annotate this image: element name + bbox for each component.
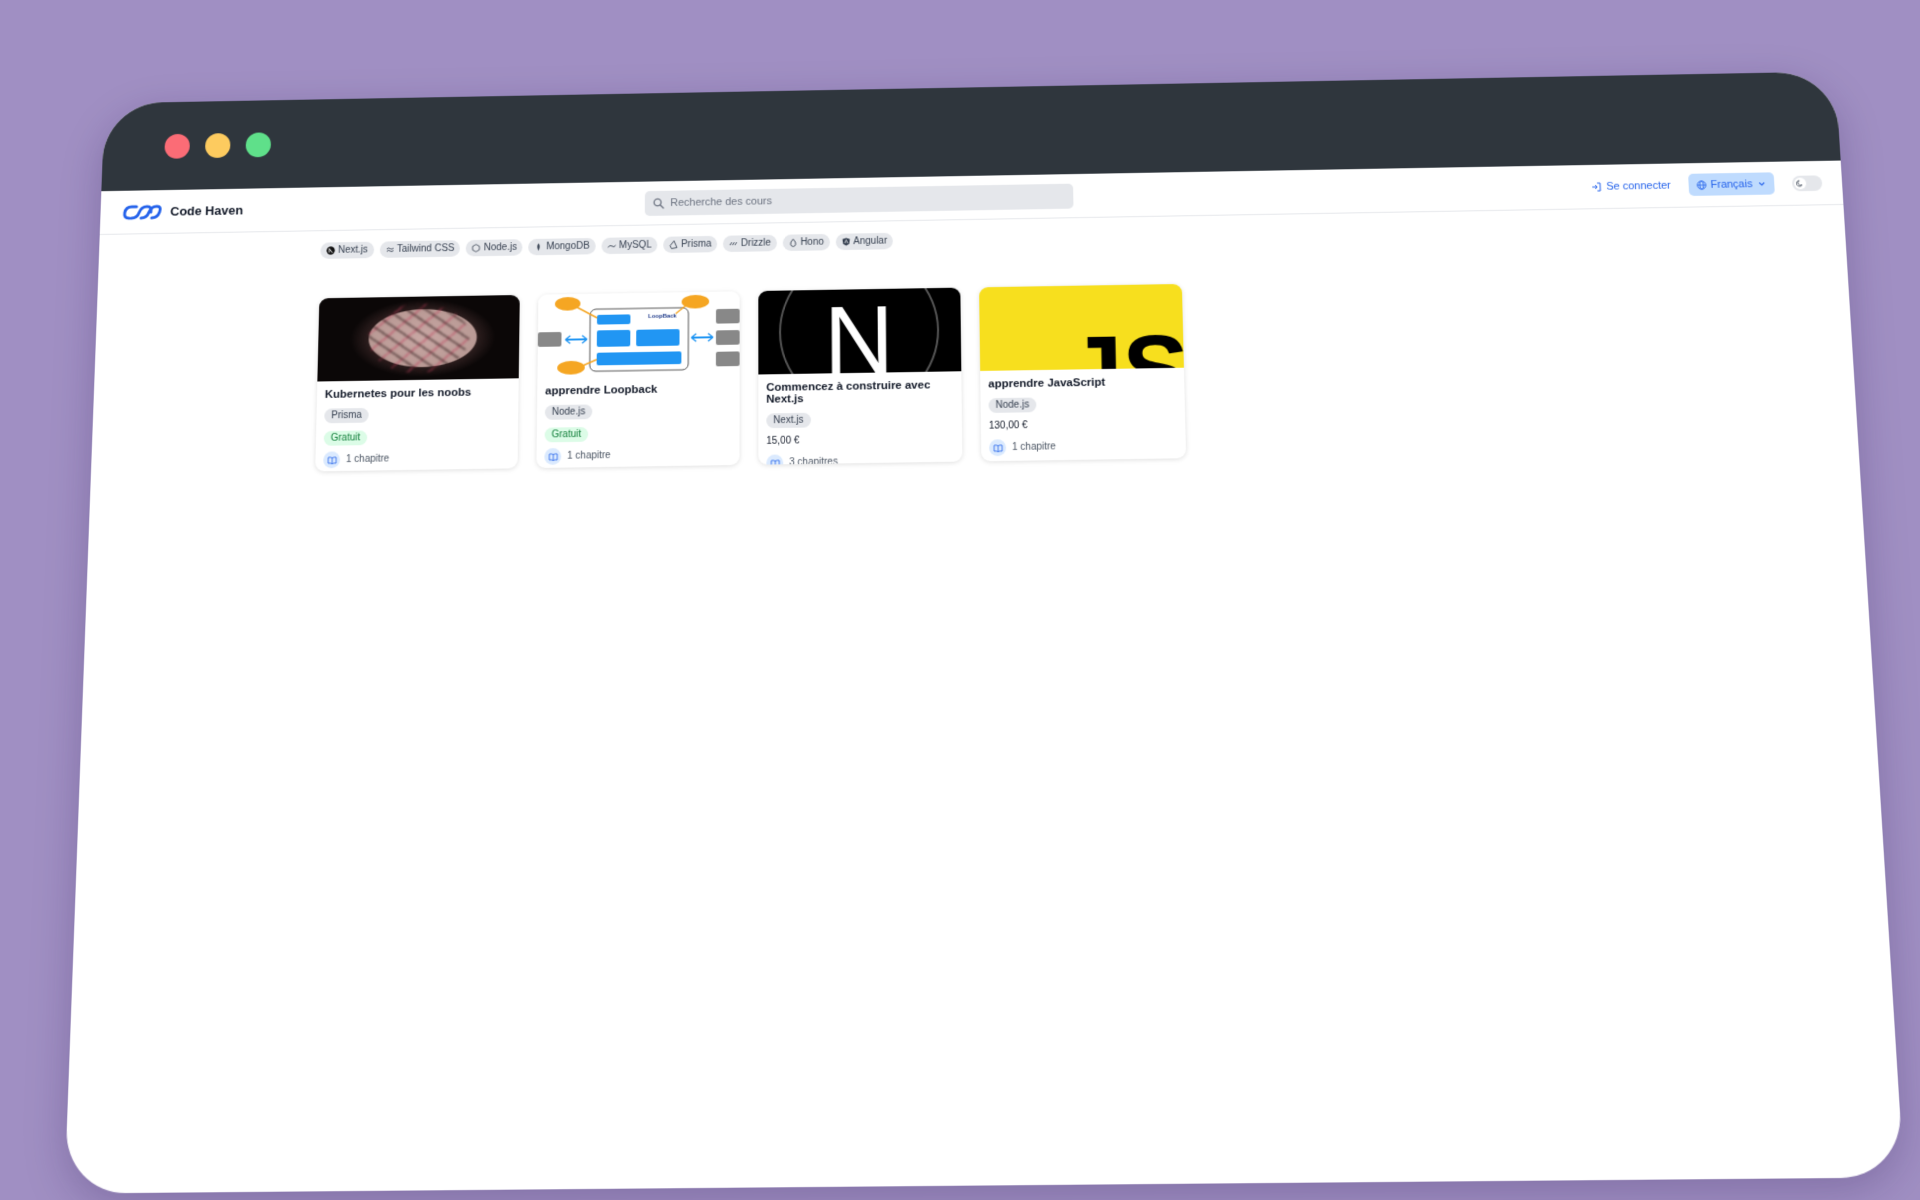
- course-price-badge: Gratuit: [544, 427, 589, 443]
- course-chapters-label: 1 chapitre: [567, 450, 611, 462]
- code-haven-logo-icon: [122, 203, 163, 221]
- tech-chip-drizzle[interactable]: Drizzle: [723, 234, 777, 253]
- course-price-badge: Gratuit: [323, 430, 368, 446]
- search-icon: [653, 197, 665, 209]
- tech-chip-label: MongoDB: [546, 240, 590, 253]
- course-card[interactable]: LoopBack apprendre Loopback Node.js Grat…: [536, 291, 740, 469]
- login-label: Se connecter: [1606, 179, 1672, 193]
- book-icon: [989, 439, 1007, 457]
- course-chapters: 1 chapitre: [323, 449, 510, 469]
- course-chapters-label: 1 chapitre: [1011, 441, 1056, 453]
- course-grid: Kubernetes pour les noobs Prisma Gratuit…: [315, 273, 1858, 472]
- tech-chip-label: Angular: [853, 235, 888, 247]
- tech-chip-label: Next.js: [337, 244, 368, 256]
- theme-toggle[interactable]: [1791, 174, 1823, 191]
- mongodb-icon: [534, 243, 543, 252]
- mysql-icon: [607, 241, 616, 250]
- course-title: apprendre JavaScript: [988, 376, 1106, 391]
- tech-chip-tailwind[interactable]: Tailwind CSS: [379, 240, 461, 258]
- book-icon: [766, 454, 784, 465]
- nextjs-icon: [326, 246, 335, 255]
- course-card[interactable]: N Commencez à construire avec Next.js Ne…: [758, 287, 963, 465]
- course-thumbnail: [317, 294, 520, 382]
- language-label: Français: [1710, 178, 1753, 191]
- nodejs-icon: [472, 244, 481, 253]
- browser-window: Code Haven Se connecter: [64, 71, 1905, 1194]
- moon-icon: [1796, 179, 1804, 187]
- course-thumbnail: JS: [979, 283, 1184, 371]
- hono-icon: [789, 238, 798, 247]
- course-card[interactable]: JS apprendre JavaScript Node.js 130,00 €…: [979, 283, 1187, 462]
- brand-name: Code Haven: [170, 202, 244, 219]
- course-thumbnail: LoopBack: [537, 291, 740, 379]
- tech-chip-label: Drizzle: [740, 237, 771, 249]
- course-title: Commencez à construire avec Next.js: [766, 379, 931, 406]
- js-letters: JS: [1067, 314, 1184, 371]
- book-icon: [323, 451, 341, 469]
- course-chapters: 1 chapitre: [989, 437, 1178, 457]
- navbar-actions: Se connecter Français: [1591, 171, 1823, 197]
- course-tag: Prisma: [324, 407, 369, 424]
- language-select[interactable]: Français: [1688, 172, 1775, 196]
- tech-chip-label: Node.js: [483, 242, 517, 254]
- maximize-window-button[interactable]: [245, 131, 272, 157]
- tech-chip-mongodb[interactable]: MongoDB: [528, 237, 596, 256]
- drizzle-icon: [729, 239, 738, 248]
- tech-chip-label: Tailwind CSS: [396, 243, 455, 255]
- course-chapters: 3 chapitres: [766, 452, 954, 465]
- search-input[interactable]: [670, 190, 1063, 209]
- tech-chip-label: MySQL: [618, 239, 652, 251]
- course-title: apprendre Loopback: [545, 383, 658, 398]
- close-window-button[interactable]: [164, 133, 191, 159]
- loopback-brand-text: LoopBack: [648, 314, 677, 320]
- book-icon: [544, 448, 562, 465]
- course-chapters-label: 3 chapitres: [789, 456, 838, 465]
- course-tag: Node.js: [544, 404, 593, 420]
- prisma-icon: [669, 240, 678, 249]
- brand-link[interactable]: Code Haven: [122, 202, 244, 221]
- minimize-window-button[interactable]: [204, 132, 231, 158]
- globe-icon: [1696, 180, 1706, 190]
- course-title: Kubernetes pour les noobs: [324, 386, 472, 401]
- course-price: 15,00 €: [766, 435, 800, 447]
- course-price: 130,00 €: [988, 420, 1028, 432]
- tech-chip-prisma[interactable]: Prisma: [663, 235, 718, 254]
- course-chapters-label: 1 chapitre: [345, 453, 390, 466]
- javascript-logo-image: JS: [1067, 314, 1184, 371]
- tech-chip-nodejs[interactable]: Node.js: [466, 239, 523, 257]
- tech-chip-nextjs[interactable]: Next.js: [320, 241, 374, 259]
- loopback-diagram-image: LoopBack: [537, 294, 740, 375]
- tailwind-icon: [385, 245, 394, 254]
- angular-icon: [842, 237, 851, 246]
- next-letter: N: [824, 288, 895, 375]
- course-thumbnail: N: [758, 287, 962, 375]
- course-tag: Next.js: [766, 412, 811, 429]
- course-card[interactable]: Kubernetes pour les noobs Prisma Gratuit…: [315, 294, 520, 472]
- login-icon: [1591, 182, 1601, 192]
- tech-chip-label: Prisma: [681, 238, 712, 250]
- tech-chip-angular[interactable]: Angular: [835, 232, 894, 251]
- chevron-down-icon: [1757, 179, 1766, 188]
- course-chapters: 1 chapitre: [544, 445, 731, 465]
- theme-toggle-knob: [1793, 177, 1807, 189]
- tech-chip-mysql[interactable]: MySQL: [601, 236, 658, 255]
- tech-chip-label: Hono: [800, 236, 824, 248]
- course-tag: Node.js: [988, 397, 1037, 413]
- login-button[interactable]: Se connecter: [1591, 179, 1671, 192]
- search-bar[interactable]: [644, 183, 1074, 216]
- nextjs-logo-image: N: [758, 287, 961, 375]
- tech-chip-hono[interactable]: Hono: [782, 233, 830, 252]
